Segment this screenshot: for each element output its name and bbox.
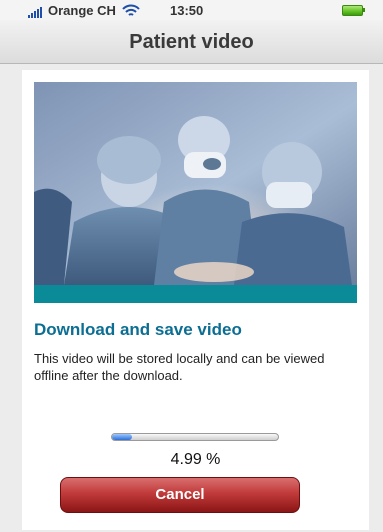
download-progress-bar [111,433,279,441]
description-text: This video will be stored locally and ca… [34,351,325,383]
page-title: Patient video [129,31,254,53]
surgeons-operating-image [34,82,357,285]
section-heading: Download and save video [34,320,242,339]
wifi-icon [122,4,140,16]
battery-icon [342,5,366,16]
carrier-group: Orange CH [28,3,140,18]
status-time: 13:50 [170,3,204,18]
carrier-name: Orange CH [48,3,116,18]
accent-bar [34,285,357,303]
cancel-button[interactable]: Cancel [60,477,300,513]
signal-bars-icon [28,7,42,18]
download-percent-label: 4.99 % [170,451,221,468]
status-bar: Orange CH 13:50 [0,0,383,20]
download-progress-fill [112,434,132,440]
download-card: Download and save video This video will … [22,70,369,530]
navigation-bar: Patient video [0,20,383,64]
